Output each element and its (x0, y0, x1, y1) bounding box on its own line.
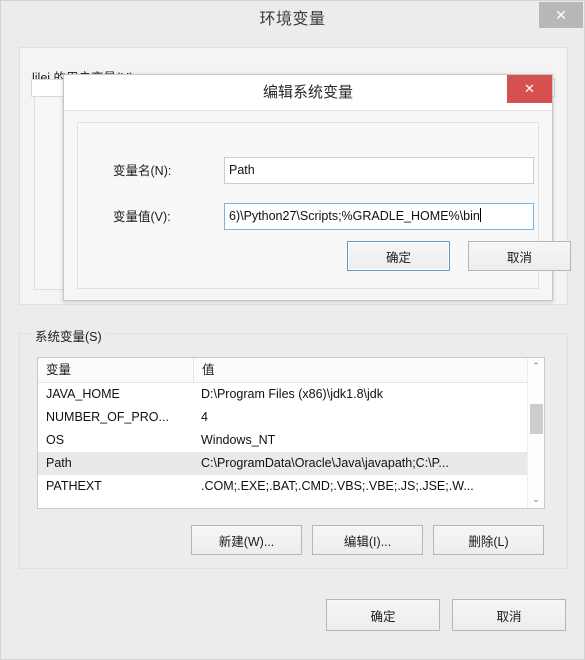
modal-titlebar: 编辑系统变量 ✕ (64, 75, 552, 110)
variable-value-text: 6)\Python27\Scripts;%GRADLE_HOME%\bin (229, 209, 480, 223)
row-variable-name: NUMBER_OF_PRO... (46, 410, 169, 424)
modal-body: 变量名(N): Path 变量值(V): 6)\Python27\Scripts… (64, 110, 552, 300)
column-header-value[interactable]: 值 (193, 358, 544, 382)
row-variable-value: C:\ProgramData\Oracle\Java\javapath;C:\P… (201, 456, 449, 470)
window-close-icon[interactable]: ✕ (539, 2, 583, 28)
modal-title: 编辑系统变量 (262, 84, 353, 101)
table-row[interactable]: JAVA_HOME D:\Program Files (x86)\jdk1.8\… (38, 383, 544, 406)
system-variables-list[interactable]: 变量 值 JAVA_HOME D:\Program Files (x86)\jd… (37, 357, 545, 509)
row-variable-value: .COM;.EXE;.BAT;.CMD;.VBS;.VBE;.JS;.JSE;.… (201, 479, 474, 493)
environment-variables-window: 环境变量 ✕ lilei 的用户变量(U) 系统变量(S) 变量 值 JAVA_… (0, 0, 585, 660)
edit-system-variable-button[interactable]: 编辑(I)... (312, 525, 423, 555)
dialog-cancel-button[interactable]: 取消 (452, 599, 566, 631)
row-variable-value: D:\Program Files (x86)\jdk1.8\jdk (201, 387, 384, 401)
modal-close-icon[interactable]: ✕ (507, 75, 552, 103)
scrollbar-thumb[interactable] (530, 404, 543, 434)
variable-value-label: 变量值(V): (113, 210, 171, 224)
new-system-variable-button[interactable]: 新建(W)... (191, 525, 302, 555)
text-caret (479, 208, 481, 222)
column-header-variable[interactable]: 变量 (38, 358, 201, 382)
window-titlebar: 环境变量 ✕ (1, 1, 584, 39)
row-variable-name: JAVA_HOME (46, 387, 120, 401)
list-scrollbar[interactable]: ⌃ ⌄ (527, 358, 544, 508)
variable-name-label: 变量名(N): (113, 164, 172, 178)
table-row[interactable]: NUMBER_OF_PRO... 4 (38, 406, 544, 429)
scroll-down-icon[interactable]: ⌄ (528, 491, 544, 508)
variable-value-row: 变量值(V): 6)\Python27\Scripts;%GRADLE_HOME… (78, 203, 538, 231)
modal-ok-button[interactable]: 确定 (347, 241, 450, 271)
variable-value-input[interactable]: 6)\Python27\Scripts;%GRADLE_HOME%\bin (224, 203, 534, 230)
variable-name-row: 变量名(N): Path (78, 157, 538, 185)
table-row[interactable]: PATHEXT .COM;.EXE;.BAT;.CMD;.VBS;.VBE;.J… (38, 475, 544, 498)
delete-system-variable-button[interactable]: 删除(L) (433, 525, 544, 555)
dialog-ok-button[interactable]: 确定 (326, 599, 440, 631)
variable-name-input[interactable]: Path (224, 157, 534, 184)
row-variable-value: 4 (201, 410, 208, 424)
row-variable-value: Windows_NT (201, 433, 276, 447)
row-variable-name: PATHEXT (46, 479, 102, 493)
row-variable-name: OS (46, 433, 65, 447)
row-variable-name: Path (46, 456, 72, 470)
scroll-up-icon[interactable]: ⌃ (528, 358, 544, 375)
system-variables-list-header: 变量 值 (38, 358, 544, 383)
modal-cancel-button[interactable]: 取消 (468, 241, 571, 271)
window-title: 环境变量 (259, 11, 326, 28)
edit-system-variable-dialog: 编辑系统变量 ✕ 变量名(N): Path 变量值(V): 6)\Python2… (63, 74, 571, 301)
system-variables-group-legend: 系统变量(S) (31, 326, 106, 345)
table-row[interactable]: OS Windows_NT (38, 429, 544, 452)
table-row-selected[interactable]: Path C:\ProgramData\Oracle\Java\javapath… (38, 452, 544, 475)
